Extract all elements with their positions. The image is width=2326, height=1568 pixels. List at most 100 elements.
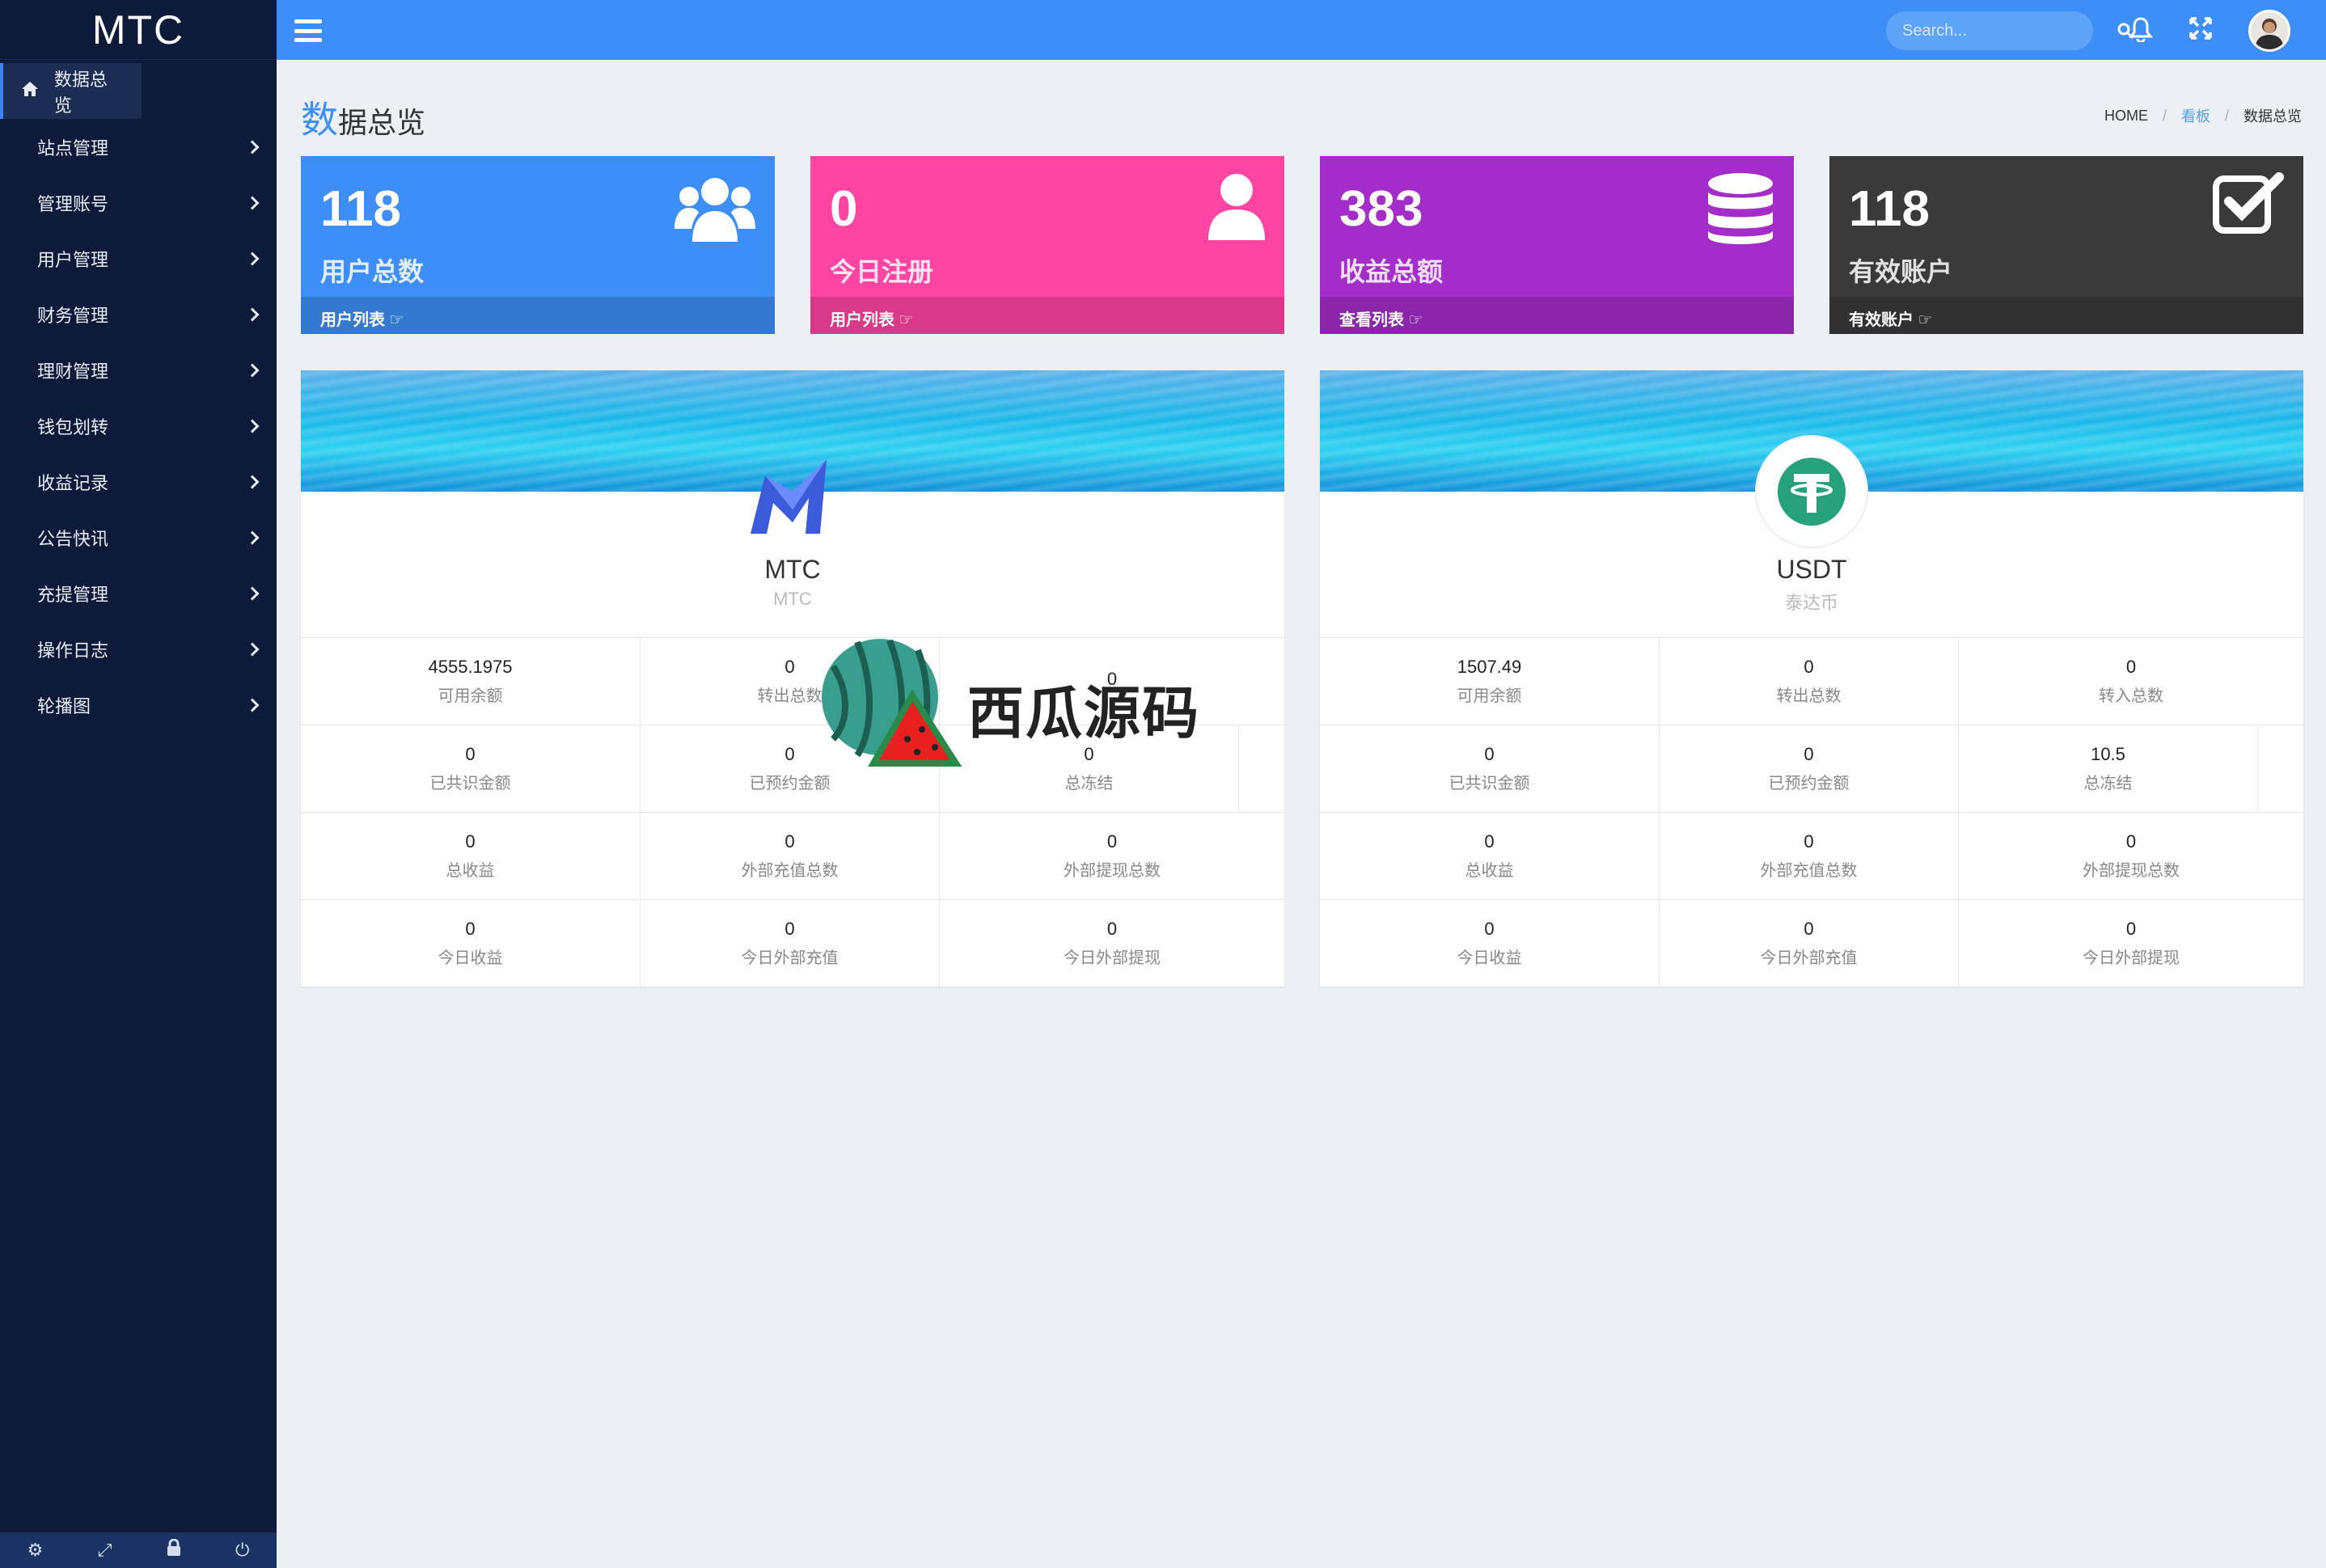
sidebar-item-label: 数据总览 [53,69,108,116]
sidebar-item-dashboard[interactable]: 数据总览 [0,63,142,119]
stat-label: 有效账户 [1849,257,1953,286]
topbar [277,0,2326,60]
stat-card-today-registrations: 0 今日注册 用户列表 ☞ [810,156,1284,334]
stat-cell: 4555.1975 可用余额 [301,638,641,725]
sidebar-item-label: 轮播图 [37,695,91,716]
coin-name: USDT [1776,555,1847,584]
lock-icon[interactable] [167,1538,181,1562]
stat-cell: 0 今日收益 [1320,900,1660,987]
coin-name: MTC [764,555,821,584]
coin-stats-grid: 1507.49 可用余额 0 转出总数 0 转入总数 0 已共识金额 0 已预约金额 10… [1320,637,2303,987]
breadcrumb: HOME / 看板 / 数据总览 [2104,105,2302,126]
stat-label: 收益总额 [1339,257,1444,286]
search-input[interactable] [1902,21,2117,40]
stats-row: 0 总收益 0 外部充值总数 0 外部提现总数 [1320,812,2303,899]
stat-cell: 0 总收益 [301,813,641,899]
stats-row: 0 已共识金额 0 已预约金额 10.5 总冻结 [1320,725,2303,812]
user-list-link[interactable]: 用户列表 ☞ [301,297,775,334]
stat-cell: 0 转出总数 [1660,638,1959,725]
sidebar-item-label: 充提管理 [37,584,109,605]
avatar[interactable] [2248,10,2290,52]
sidebar-item-label: 站点管理 [37,137,109,158]
brand-logo[interactable]: MTC [0,0,277,60]
stat-cell: 0 已共识金额 [1320,725,1660,812]
active-accounts-link[interactable]: 有效账户 ☞ [1829,297,2303,334]
stat-cell: 0 外部提现总数 [2083,831,2180,880]
breadcrumb-current: 数据总览 [2244,108,2302,125]
stats-row: 1507.49 可用余额 0 转出总数 0 转入总数 [1320,637,2303,725]
sidebar-item-admins[interactable]: 管理账号 [0,175,277,230]
stat-cell: 0 外部提现总数 [1064,831,1161,880]
breadcrumb-section[interactable]: 看板 [2181,105,2210,126]
fullscreen-icon[interactable] [2189,16,2213,47]
coin-panel-usdt: USDT 泰达币 1507.49 可用余额 0 转出总数 0 转入总数 0 已共识金额 … [1320,370,2303,987]
expand-icon[interactable]: ⤢ [98,1540,112,1561]
sidebar-item-wallet-transfer[interactable]: 钱包划转 [0,398,277,454]
watermark: 西瓜源码 [817,634,1205,771]
sidebar-item-logs[interactable]: 操作日志 [0,621,277,677]
power-icon[interactable]: ⏻ [235,1540,249,1561]
sidebar-item-earnings[interactable]: 收益记录 [0,454,277,509]
chevron-right-icon [245,642,260,656]
user-icon [1208,172,1265,244]
sidebar-footer: ⚙ ⤢ ⏻ [0,1532,277,1568]
users-icon [675,172,755,251]
stat-label: 用户总数 [320,257,425,286]
search-box [1886,11,2134,50]
stat-card-active-accounts: 118 有效账户 有效账户 ☞ [1829,156,2303,334]
sidebar-item-users[interactable]: 用户管理 [0,230,277,286]
stat-cell: 0 今日外部提现 [1064,919,1161,967]
stat-cell: 0 总收益 [1320,813,1660,899]
sidebar-item-label: 操作日志 [37,640,109,661]
sidebar-nav: 数据总览 站点管理 管理账号 用户管理 财务管理 理财管理 钱包划转 收益记录 … [0,63,277,733]
sidebar-item-label: 钱包划转 [37,416,109,437]
sidebar-item-wealth[interactable]: 理财管理 [0,342,277,398]
stat-value: 118 [320,181,402,237]
stat-cell: 0 今日外部充值 [1660,900,1959,987]
usdt-logo-icon [1755,435,1868,548]
sidebar-item-label: 公告快讯 [37,528,109,549]
mtc-logo-icon [736,435,849,548]
sidebar-item-label: 管理账号 [37,193,109,214]
bell-icon[interactable] [2128,16,2154,49]
stat-cell: 0 外部充值总数 [641,813,940,899]
chevron-right-icon [245,586,260,600]
chevron-right-icon [245,419,260,433]
view-list-link[interactable]: 查看列表 ☞ [1320,297,1794,334]
sidebar-item-label: 财务管理 [37,305,109,326]
chevron-right-icon [245,307,260,321]
stat-cell: 0 已共识金额 [301,725,641,812]
breadcrumb-home[interactable]: HOME [2104,108,2148,125]
menu-icon[interactable] [294,19,322,42]
gear-icon[interactable]: ⚙ [27,1540,44,1561]
user-list-link[interactable]: 用户列表 ☞ [810,297,1284,334]
page-title: 数据总览 [301,99,426,141]
sidebar-item-news[interactable]: 公告快讯 [0,509,277,565]
stat-cell: 0 已预约金额 [1660,725,1959,812]
chevron-right-icon [245,196,260,209]
stat-card-total-users: 118 用户总数 用户列表 ☞ [301,156,775,334]
chevron-right-icon [245,140,260,154]
sidebar: MTC 数据总览 站点管理 管理账号 用户管理 财务管理 理财管理 钱包划转 收… [0,0,277,1568]
sidebar-item-deposit-withdraw[interactable]: 充提管理 [0,565,277,621]
coin-subtitle: MTC [773,589,812,609]
stat-cell: 0 转入总数 [2099,657,2163,705]
chevron-right-icon [245,251,260,265]
database-icon [1706,172,1774,251]
watermark-text: 西瓜源码 [967,682,1200,745]
coin-subtitle: 泰达币 [1784,593,1838,613]
sidebar-item-label: 收益记录 [37,472,109,493]
chevron-right-icon [245,530,260,544]
check-square-icon [2213,172,2284,238]
stat-value: 0 [830,181,858,237]
sidebar-item-sites[interactable]: 站点管理 [0,119,277,175]
sidebar-item-carousel[interactable]: 轮播图 [0,677,277,733]
stats-row: 0 今日收益 0 今日外部充值 0 今日外部提现 [301,899,1284,987]
stat-value: 118 [1849,181,1931,237]
sidebar-item-finance[interactable]: 财务管理 [0,286,277,342]
stat-label: 今日注册 [830,257,934,286]
stat-card-total-earnings: 383 收益总额 查看列表 ☞ [1320,156,1794,334]
stat-cell: 0 今日外部充值 [641,900,940,987]
stats-row: 0 总收益 0 外部充值总数 0 外部提现总数 [301,812,1284,899]
stat-cell: 1507.49 可用余额 [1320,638,1660,725]
